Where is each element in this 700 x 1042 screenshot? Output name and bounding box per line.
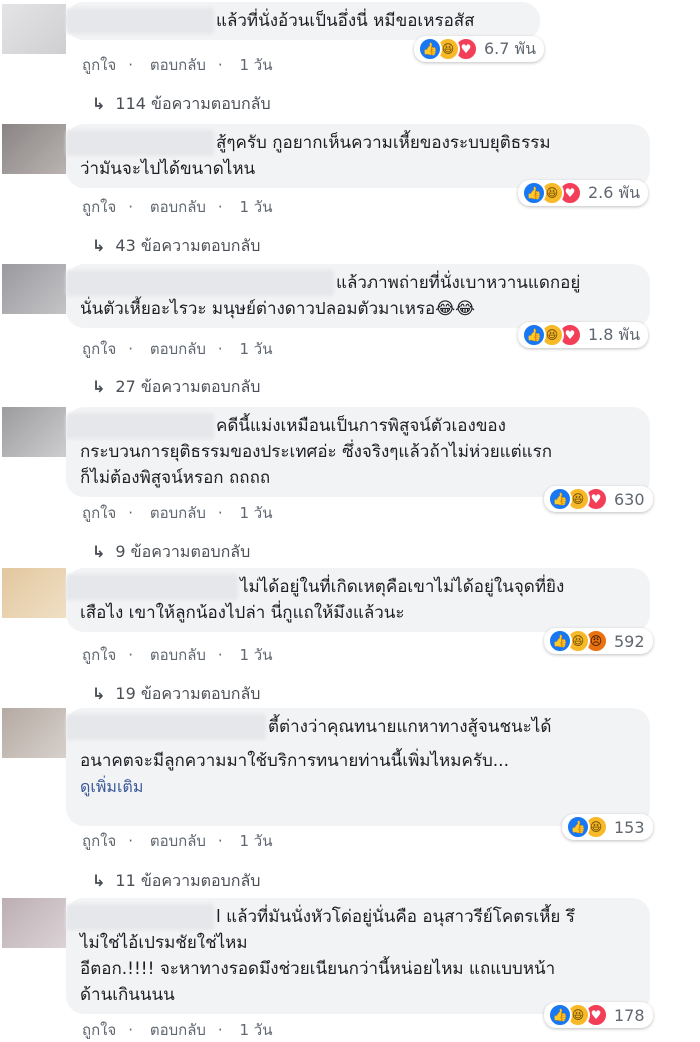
- comment-text-line: แล้วที่นั่งอ้วนเป็นอึ่งนี่ หมีขอเหรอสัส: [216, 11, 475, 31]
- comment-text-line: แล้วภาพถ่ายที่นั่งเบาหวานแดกอยู่: [336, 273, 581, 293]
- comment-text-line: ด้านเกินนนน: [80, 985, 175, 1005]
- reply-link[interactable]: ตอบกลับ: [150, 1021, 206, 1039]
- like-link[interactable]: ถูกใจ: [82, 504, 116, 522]
- comment-text-line: ไม่ใช่ไอ้เปรมชัยใช่ไหม: [80, 933, 248, 953]
- comment-bubble: คดีนี้แม่งเหมือนเป็นการพิสูจน์ตัวเองของ …: [66, 407, 650, 497]
- reaction-count: 2.6 พัน: [588, 182, 641, 202]
- like-link[interactable]: ถูกใจ: [82, 56, 116, 74]
- like-reaction-icon: 👍: [548, 1003, 572, 1027]
- commenter-name[interactable]: [66, 130, 214, 156]
- comment-actions: ถูกใจ · ตอบกลับ · 1 วัน: [82, 340, 273, 358]
- reaction-count: 630: [614, 489, 645, 509]
- commenter-name[interactable]: [66, 413, 214, 439]
- like-reaction-icon: 👍: [548, 487, 572, 511]
- reply-link[interactable]: ตอบกลับ: [150, 646, 206, 664]
- like-link[interactable]: ถูกใจ: [82, 340, 116, 358]
- reaction-summary[interactable]: 👍 😆 153: [562, 814, 653, 840]
- avatar[interactable]: [2, 264, 66, 314]
- comment-actions: ถูกใจ · ตอบกลับ · 1 วัน: [82, 646, 273, 664]
- reply-arrow-icon: ↳: [92, 94, 106, 113]
- comment-text-line: นั่นตัวเหี้ยอะไรวะ มนุษย์ต่างดาวปลอมตัวม…: [80, 299, 475, 319]
- reply-link[interactable]: ตอบกลับ: [150, 198, 206, 216]
- comment-bubble: ไม่ได้อยู่ในที่เกิดเหตุคือเขาไม่ได้อยู่ใ…: [66, 568, 650, 632]
- reply-arrow-icon: ↳: [92, 871, 106, 890]
- comment-text-line: สู้ๆครับ กูอยากเห็นความเหี้ยของระบบยุติธ…: [216, 133, 551, 153]
- view-replies-link[interactable]: ↳ 19 ข้อความตอบกลับ: [92, 682, 260, 707]
- view-replies-link[interactable]: ↳ 114 ข้อความตอบกลับ: [92, 92, 271, 117]
- reaction-count: 153: [614, 817, 645, 837]
- commenter-name[interactable]: [66, 714, 266, 740]
- reaction-count: 592: [614, 631, 645, 651]
- like-link[interactable]: ถูกใจ: [82, 1021, 116, 1039]
- comment-bubble: สู้ๆครับ กูอยากเห็นความเหี้ยของระบบยุติธ…: [66, 124, 650, 188]
- avatar[interactable]: [2, 898, 66, 948]
- commenter-name[interactable]: [66, 904, 214, 930]
- like-reaction-icon: 👍: [548, 629, 572, 653]
- reply-arrow-icon: ↳: [92, 542, 106, 561]
- reply-link[interactable]: ตอบกลับ: [150, 832, 206, 850]
- reply-link[interactable]: ตอบกลับ: [150, 504, 206, 522]
- reaction-count: 178: [614, 1005, 645, 1025]
- comment-bubble: แล้วที่นั่งอ้วนเป็นอึ่งนี่ หมีขอเหรอสัส: [66, 2, 540, 40]
- reaction-count: 1.8 พัน: [588, 324, 641, 344]
- view-replies-link[interactable]: ↳ 27 ข้อความตอบกลับ: [92, 375, 260, 400]
- see-more-link[interactable]: ดูเพิ่มเติม: [66, 774, 636, 800]
- avatar[interactable]: [2, 568, 66, 618]
- avatar[interactable]: [2, 708, 66, 758]
- comment-actions: ถูกใจ · ตอบกลับ · 1 วัน: [82, 832, 273, 850]
- like-reaction-icon: 👍: [522, 181, 546, 205]
- comment-text-line: ก็ไม่ต้องพิสูจน์หรอก ถถถถ: [80, 468, 271, 488]
- like-link[interactable]: ถูกใจ: [82, 198, 116, 216]
- reply-arrow-icon: ↳: [92, 236, 106, 255]
- reply-link[interactable]: ตอบกลับ: [150, 340, 206, 358]
- comment-time[interactable]: 1 วัน: [239, 832, 272, 850]
- view-replies-link[interactable]: ↳ 9 ข้อความตอบกลับ: [92, 540, 250, 565]
- commenter-name[interactable]: [66, 8, 214, 34]
- comment-actions: ถูกใจ · ตอบกลับ · 1 วัน: [82, 1021, 273, 1039]
- comment-bubble: ตี้ต่างว่าคุณทนายแกหาทางสู้จนชนะได้ อนาค…: [66, 708, 650, 826]
- comment-text-line: คดีนี้แม่งเหมือนเป็นการพิสูจน์ตัวเองของ: [216, 416, 506, 436]
- comment-time[interactable]: 1 วัน: [239, 646, 272, 664]
- comment-time[interactable]: 1 วัน: [239, 340, 272, 358]
- reaction-summary[interactable]: 👍 😆 ♥ 6.7 พัน: [414, 36, 545, 62]
- comment-text-line: เสือไง เขาให้ลูกน้องไปล่า นี่กูแถให้มึงแ…: [80, 603, 405, 623]
- reply-arrow-icon: ↳: [92, 684, 106, 703]
- reaction-summary[interactable]: 👍 😆 ♥ 1.8 พัน: [518, 322, 649, 348]
- comment-text-line: ไม่ได้อยู่ในที่เกิดเหตุคือเขาไม่ได้อยู่ใ…: [240, 577, 565, 597]
- comment-text-line: กระบวนการยุติธรรมของประเทศอ่ะ ซึ่งจริงๆแ…: [80, 442, 553, 462]
- avatar[interactable]: [2, 407, 66, 457]
- comment-time[interactable]: 1 วัน: [239, 504, 272, 522]
- view-replies-link[interactable]: ↳ 11 ข้อความตอบกลับ: [92, 869, 260, 894]
- reply-arrow-icon: ↳: [92, 377, 106, 396]
- avatar[interactable]: [2, 124, 66, 174]
- view-replies-link[interactable]: ↳ 43 ข้อความตอบกลับ: [92, 234, 260, 259]
- comment-actions: ถูกใจ · ตอบกลับ · 1 วัน: [82, 504, 273, 522]
- reaction-count: 6.7 พัน: [484, 38, 537, 58]
- like-link[interactable]: ถูกใจ: [82, 646, 116, 664]
- comment-bubble: แล้วภาพถ่ายที่นั่งเบาหวานแดกอยู่ นั่นตัว…: [66, 264, 650, 328]
- reaction-summary[interactable]: 👍 😆 ♥ 2.6 พัน: [518, 180, 649, 206]
- reaction-summary[interactable]: 👍 😆 😠 592: [544, 628, 653, 654]
- commenter-name[interactable]: [66, 574, 238, 600]
- comment-time[interactable]: 1 วัน: [239, 198, 272, 216]
- comment-text-line: l แล้วที่มันนั่งหัวโด่อยู่นั่นคือ อนุสาว…: [216, 907, 575, 927]
- reply-link[interactable]: ตอบกลับ: [150, 56, 206, 74]
- like-reaction-icon: 👍: [566, 815, 590, 839]
- commenter-name[interactable]: [66, 270, 334, 296]
- reaction-summary[interactable]: 👍 😆 ♥ 630: [544, 486, 653, 512]
- like-link[interactable]: ถูกใจ: [82, 832, 116, 850]
- comment-text-line: อีตอก.!!!! จะหาทางรอดมึงช่วยเนียนกว่านี้…: [80, 959, 556, 979]
- reaction-summary[interactable]: 👍 😆 ♥ 178: [544, 1002, 653, 1028]
- comment-bubble: l แล้วที่มันนั่งหัวโด่อยู่นั่นคือ อนุสาว…: [66, 898, 650, 1014]
- like-reaction-icon: 👍: [522, 323, 546, 347]
- avatar[interactable]: [2, 4, 66, 54]
- comment-time[interactable]: 1 วัน: [239, 1021, 272, 1039]
- like-reaction-icon: 👍: [418, 37, 442, 61]
- comment-text-line: ตี้ต่างว่าคุณทนายแกหาทางสู้จนชนะได้: [268, 717, 552, 737]
- comment-actions: ถูกใจ · ตอบกลับ · 1 วัน: [82, 198, 273, 216]
- comment-time[interactable]: 1 วัน: [239, 56, 272, 74]
- comment-actions: ถูกใจ · ตอบกลับ · 1 วัน: [82, 56, 273, 74]
- comment-text-line: ว่ามันจะไปได้ขนาดไหน: [80, 159, 256, 179]
- comment-text-line: อนาคตจะมีลูกความมาใช้บริการทนายท่านนี้เพ…: [80, 751, 509, 771]
